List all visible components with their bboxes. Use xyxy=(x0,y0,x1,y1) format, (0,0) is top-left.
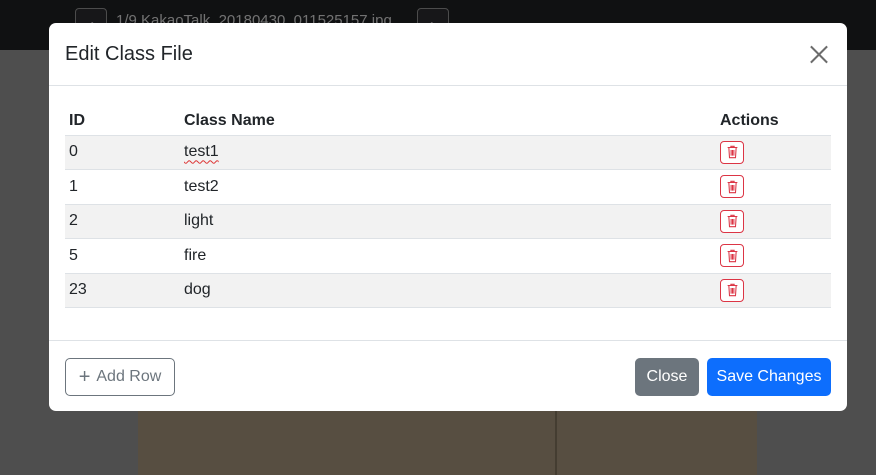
row-id: 2 xyxy=(65,204,180,239)
close-icon[interactable] xyxy=(807,42,831,66)
add-row-button[interactable]: + Add Row xyxy=(65,358,175,396)
delete-row-button[interactable] xyxy=(720,209,744,233)
row-actions xyxy=(716,238,831,274)
modal-body: ID Class Name Actions 0 test1 1 test2 2 … xyxy=(49,86,847,340)
row-class-name[interactable]: fire xyxy=(180,238,716,274)
delete-row-button[interactable] xyxy=(720,175,744,199)
save-changes-button[interactable]: Save Changes xyxy=(707,358,831,396)
modal-footer: + Add Row Close Save Changes xyxy=(49,340,847,411)
add-row-label: Add Row xyxy=(96,368,162,385)
modal-header: Edit Class File xyxy=(49,23,847,86)
row-class-name[interactable]: test1 xyxy=(180,135,716,170)
table-header-row: ID Class Name Actions xyxy=(65,102,831,136)
table-row: 0 test1 xyxy=(65,135,831,170)
row-id: 1 xyxy=(65,169,180,205)
row-actions xyxy=(716,169,831,205)
edit-class-modal: Edit Class File ID Class Name Actions 0 … xyxy=(49,23,847,411)
row-actions xyxy=(716,135,831,170)
row-id: 23 xyxy=(65,273,180,308)
row-class-name[interactable]: light xyxy=(180,204,716,239)
table-row: 1 test2 xyxy=(65,169,831,205)
row-id: 5 xyxy=(65,238,180,274)
delete-row-button[interactable] xyxy=(720,278,744,302)
column-header-class-name: Class Name xyxy=(180,102,716,136)
delete-row-button[interactable] xyxy=(720,140,744,164)
modal-title: Edit Class File xyxy=(65,42,193,65)
row-class-name[interactable]: test2 xyxy=(180,169,716,205)
row-id: 0 xyxy=(65,135,180,170)
close-button[interactable]: Close xyxy=(635,358,699,396)
table-row: 2 light xyxy=(65,204,831,239)
trash-icon xyxy=(727,180,737,193)
table-row: 5 fire xyxy=(65,238,831,274)
trash-icon xyxy=(727,249,737,262)
trash-icon xyxy=(727,146,737,159)
table-row: 23 dog xyxy=(65,273,831,308)
trash-icon xyxy=(727,215,737,228)
column-header-actions: Actions xyxy=(716,102,831,136)
row-actions xyxy=(716,204,831,239)
column-header-id: ID xyxy=(65,102,180,136)
delete-row-button[interactable] xyxy=(720,244,744,268)
row-class-name[interactable]: dog xyxy=(180,273,716,308)
class-name-text: test1 xyxy=(184,143,219,161)
plus-icon: + xyxy=(78,366,91,388)
trash-icon xyxy=(727,284,737,297)
class-table: ID Class Name Actions 0 test1 1 test2 2 … xyxy=(65,102,831,308)
row-actions xyxy=(716,273,831,308)
